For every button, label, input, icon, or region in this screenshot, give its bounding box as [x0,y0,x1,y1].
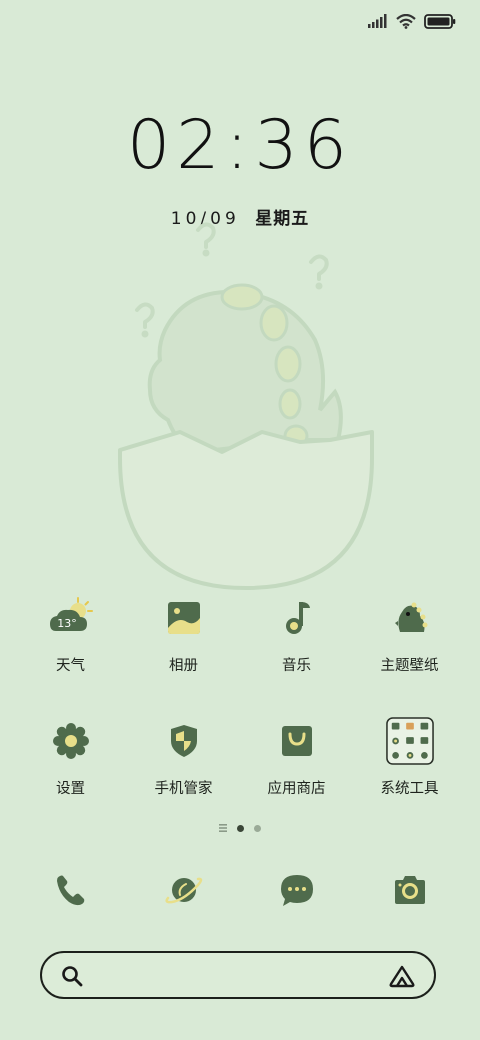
app-gallery[interactable]: 相册 [127,594,240,675]
app-theme[interactable]: 主题壁纸 [353,594,466,675]
app-label-security: 手机管家 [154,781,213,797]
page-dot [254,824,261,832]
tools-folder-icon[interactable] [385,717,434,765]
weather-icon[interactable]: 13° [47,594,95,642]
app-label-store: 应用商店 [267,781,326,797]
app-grid-row-2: 设置 手机管家 应用商店 系统工具 [14,717,466,798]
page-dot-active [237,824,244,832]
app-label-gallery: 相册 [169,658,198,674]
app-label-theme: 主题壁纸 [380,658,439,674]
app-store[interactable]: 应用商店 [240,717,353,798]
signal-icon [368,14,387,28]
settings-icon[interactable] [47,717,95,765]
search-icon[interactable] [60,964,84,988]
messages-icon[interactable] [240,866,353,914]
app-settings[interactable]: 设置 [14,717,127,798]
phone-icon[interactable] [14,866,127,914]
lockscreen-clock[interactable]: 02:36 [0,106,480,185]
battery-icon [424,13,456,29]
status-bar [368,10,456,32]
app-weather[interactable]: 13° 天气 [14,594,127,675]
app-tools-folder[interactable]: 系统工具 [353,717,466,798]
app-label-settings: 设置 [56,781,85,797]
page-indicator[interactable] [0,824,480,832]
dinosaur-wallpaper-illustration [118,222,374,590]
store-icon[interactable] [273,717,321,765]
app-label-tools: 系统工具 [380,781,439,797]
app-music[interactable]: 音乐 [240,594,353,675]
dock [14,866,466,914]
weather-temperature: 13° [57,617,77,630]
browser-icon[interactable] [127,866,240,914]
app-security[interactable]: 手机管家 [127,717,240,798]
app-label-music: 音乐 [282,658,311,674]
assistant-icon[interactable] [388,964,416,988]
wifi-icon [396,13,416,29]
app-grid-row-1: 13° 天气 相册 音乐 主题壁纸 [14,594,466,675]
theme-icon[interactable] [386,594,434,642]
security-icon[interactable] [160,717,208,765]
camera-icon[interactable] [353,866,466,914]
search-bar[interactable] [40,951,436,999]
gallery-icon[interactable] [160,594,208,642]
page-list-icon [219,824,227,832]
app-label-weather: 天气 [56,658,85,674]
music-icon[interactable] [273,594,321,642]
